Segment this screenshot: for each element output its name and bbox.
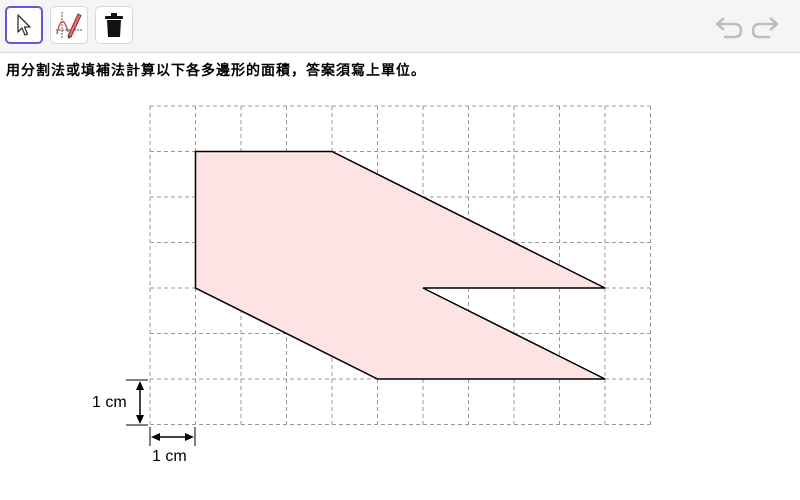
horizontal-unit-label: 1 cm [152,448,187,465]
vertical-dimension [126,379,148,426]
polygon-shape [194,150,606,380]
vertical-unit-label: 1 cm [92,394,127,411]
geometry-canvas[interactable] [0,0,800,500]
horizontal-dimension [149,427,196,446]
